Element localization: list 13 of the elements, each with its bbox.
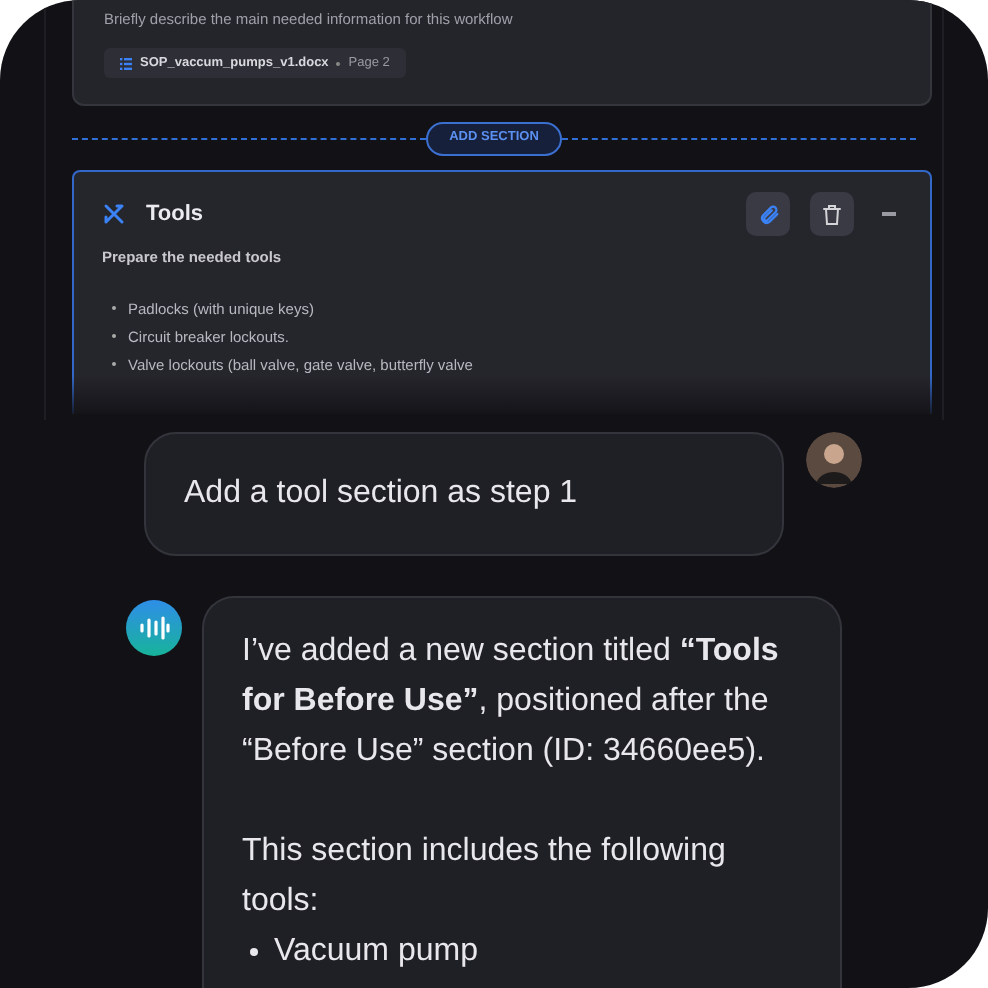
tools-icon xyxy=(102,202,126,226)
list-item: Vacuum pump xyxy=(274,932,478,972)
delete-button[interactable] xyxy=(810,192,854,236)
trash-icon xyxy=(822,203,842,225)
avatar xyxy=(806,432,862,488)
message-paragraph: This section includes the following tools: xyxy=(242,832,728,922)
user-message: Add a tool section as step 1 xyxy=(144,432,784,556)
section-title: Tools xyxy=(146,199,204,230)
attach-button[interactable] xyxy=(746,192,790,236)
message-paragraph: I’ve added a new section titled “Tools for Before Use”, positioned after the “Before Use” section (ID: 34660ee5). xyxy=(242,632,781,772)
assistant-icon xyxy=(126,600,182,656)
list-icon xyxy=(120,57,132,70)
paperclip-icon xyxy=(757,203,779,225)
